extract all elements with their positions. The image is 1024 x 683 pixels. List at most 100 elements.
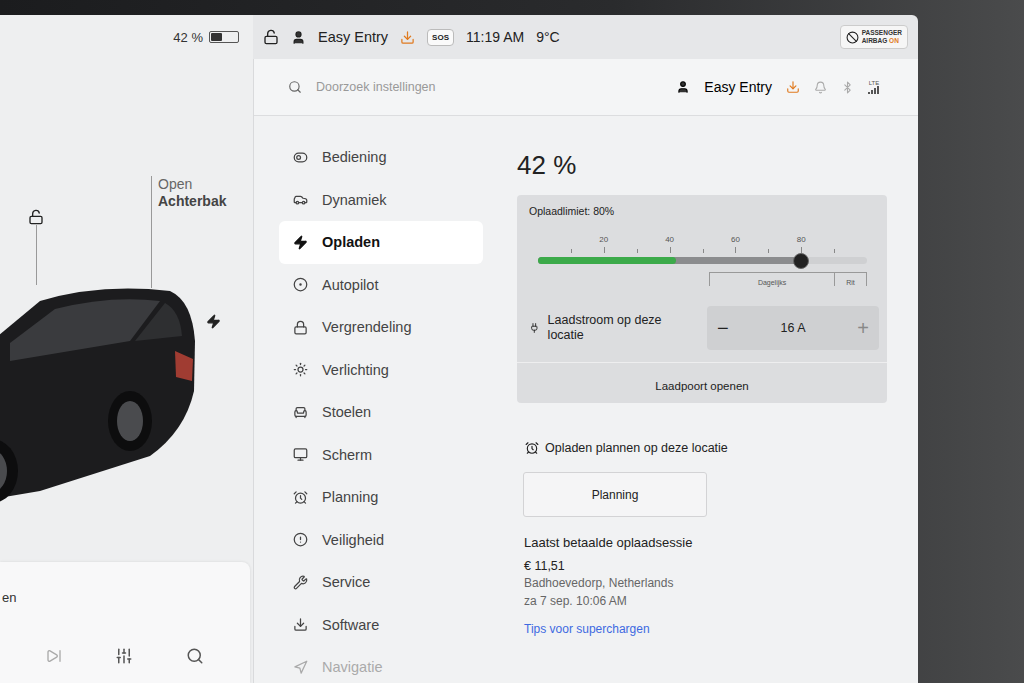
user-icon[interactable]	[676, 80, 690, 94]
sidebar-item[interactable]: Planning	[279, 476, 483, 519]
trunk-label[interactable]: OpenAchterbak	[158, 176, 226, 288]
alert-icon	[293, 532, 308, 547]
media-controls	[0, 647, 250, 683]
slider-thumb[interactable]	[793, 253, 809, 269]
decrease-button[interactable]: −	[717, 317, 729, 340]
bolt-icon	[206, 314, 221, 329]
sidebar-item[interactable]: Scherm	[279, 434, 483, 477]
alarm-icon	[525, 441, 539, 455]
car-lock[interactable]	[28, 209, 44, 285]
main: OpenAchterbak en Doorzoek instellingen Easy…	[0, 59, 918, 683]
car-icon	[0, 281, 210, 511]
status-bar: 42 % Easy Entry SOS 11:19 AM 9°C PASSENGERAIR…	[0, 15, 918, 59]
current-value: 16 A	[780, 321, 805, 335]
session-date: za 7 sep. 10:06 AM	[524, 594, 887, 609]
tick-label: 20	[599, 235, 608, 244]
airbag-badge: PASSENGERAIRBAG ON	[840, 25, 908, 49]
current-label: Laadstroom op deze locatie	[529, 313, 664, 343]
supercharger-tips-link[interactable]: Tips voor superchargen	[524, 622, 887, 636]
bluetooth-icon[interactable]	[841, 81, 854, 94]
settings-panel: Doorzoek instellingen Easy Entry LTE Bedien…	[253, 59, 918, 683]
sun-icon	[293, 362, 308, 377]
increase-button[interactable]: +	[857, 317, 869, 340]
last-session: Laatst betaalde oplaadsessie€ 11,51Badho…	[517, 535, 887, 636]
trunk-button[interactable]: OpenAchterbak	[151, 176, 226, 288]
screen-icon	[293, 447, 308, 462]
sidebar-item[interactable]: Service	[279, 561, 483, 604]
wrench-icon	[293, 575, 308, 590]
sidebar-item[interactable]: Bediening	[279, 136, 483, 179]
equalizer-icon[interactable]	[115, 647, 133, 665]
slider-ranges: DagelijksRit	[538, 272, 867, 294]
toggle-icon	[293, 150, 308, 165]
screen: 42 % Easy Entry SOS 11:19 AM 9°C PASSENGERAIR…	[0, 15, 918, 683]
temperature: 9°C	[536, 29, 560, 45]
battery-status: 42 %	[0, 15, 253, 59]
charge-limit-slider[interactable]	[538, 257, 867, 264]
download-icon[interactable]	[400, 30, 415, 45]
status-right: Easy Entry SOS 11:19 AM 9°C PASSENGERAIRBAG …	[253, 15, 918, 59]
airbag-text: PASSENGERAIRBAG ON	[862, 29, 902, 45]
charging-indicator	[206, 314, 221, 333]
car-icon	[293, 192, 308, 207]
search-icon[interactable]	[186, 647, 204, 665]
sidebar-item[interactable]: Vergrendeling	[279, 306, 483, 349]
charge-card: Oplaadlimiet: 80%20406080DagelijksRitLaa…	[517, 195, 887, 403]
slider-ticks: 20406080	[538, 223, 867, 253]
planning-button[interactable]: Planning	[523, 472, 707, 517]
battery-icon	[209, 31, 239, 43]
sidebar-item[interactable]: Autopilot	[279, 264, 483, 307]
current-row: Laadstroom op deze locatie − 16 A +	[529, 294, 877, 362]
sidebar: BedieningDynamiekOpladenAutopilotVergren…	[279, 136, 483, 683]
sidebar-item[interactable]: Stoelen	[279, 391, 483, 434]
session-amount: € 11,51	[524, 559, 887, 573]
open-port-button[interactable]: Laadpoort openen	[517, 363, 887, 403]
battery-percent: 42 %	[173, 30, 203, 45]
download-icon[interactable]	[786, 80, 800, 94]
search-field[interactable]: Doorzoek instellingen	[316, 80, 436, 94]
skip-next-icon[interactable]	[46, 648, 62, 664]
media-player: en	[0, 562, 250, 683]
sidebar-item[interactable]: Software	[279, 604, 483, 647]
sidebar-item[interactable]: Veiligheid	[279, 519, 483, 562]
bell-icon[interactable]	[814, 81, 827, 94]
car-panel: OpenAchterbak en	[0, 59, 253, 683]
tick-label: 80	[797, 235, 806, 244]
alarm-icon	[293, 490, 308, 505]
page: 42 % Easy Entry SOS 11:19 AM 9°C PASSENGERAIR…	[0, 0, 1024, 683]
settings-header: Doorzoek instellingen Easy Entry LTE	[254, 59, 918, 116]
unlock-icon[interactable]	[28, 209, 44, 225]
search-icon[interactable]	[288, 80, 302, 94]
range-label: Rit	[834, 272, 867, 286]
steering-wheel-icon	[293, 277, 308, 292]
bolt-icon	[293, 235, 308, 250]
clock: 11:19 AM	[466, 29, 524, 45]
lock-icon[interactable]	[263, 29, 279, 45]
sidebar-item[interactable]: Navigatie	[279, 646, 483, 683]
sidebar-item[interactable]: Verlichting	[279, 349, 483, 392]
media-title: en	[0, 562, 250, 605]
sidebar-item[interactable]: Opladen	[279, 221, 483, 264]
battery-percent: 42 %	[517, 136, 887, 181]
sos-badge[interactable]: SOS	[427, 29, 454, 46]
signal-icon	[868, 86, 880, 94]
bezel	[918, 15, 1024, 683]
tick-label: 60	[731, 235, 740, 244]
range-label: Dagelijks	[709, 272, 834, 286]
profile-name[interactable]: Easy Entry	[704, 79, 772, 95]
lte-signal: LTE	[868, 80, 880, 94]
settings-body: BedieningDynamiekOpladenAutopilotVergren…	[254, 116, 918, 683]
plug-icon	[529, 321, 540, 335]
sidebar-item[interactable]: Dynamiek	[279, 179, 483, 222]
user-icon[interactable]	[291, 30, 306, 45]
lock-icon	[293, 320, 308, 335]
charge-limit-label: Oplaadlimiet: 80%	[529, 205, 877, 217]
session-location: Badhoevedorp, Netherlands	[524, 576, 887, 591]
charging-content: 42 %Oplaadlimiet: 80%20406080DagelijksRi…	[517, 136, 887, 683]
schedule-title: Opladen plannen op deze locatie	[517, 441, 887, 455]
profile-name[interactable]: Easy Entry	[318, 29, 388, 45]
download-icon	[293, 617, 308, 632]
navigation-icon	[293, 660, 308, 675]
airbag-icon	[846, 31, 859, 44]
seat-icon	[293, 405, 308, 420]
